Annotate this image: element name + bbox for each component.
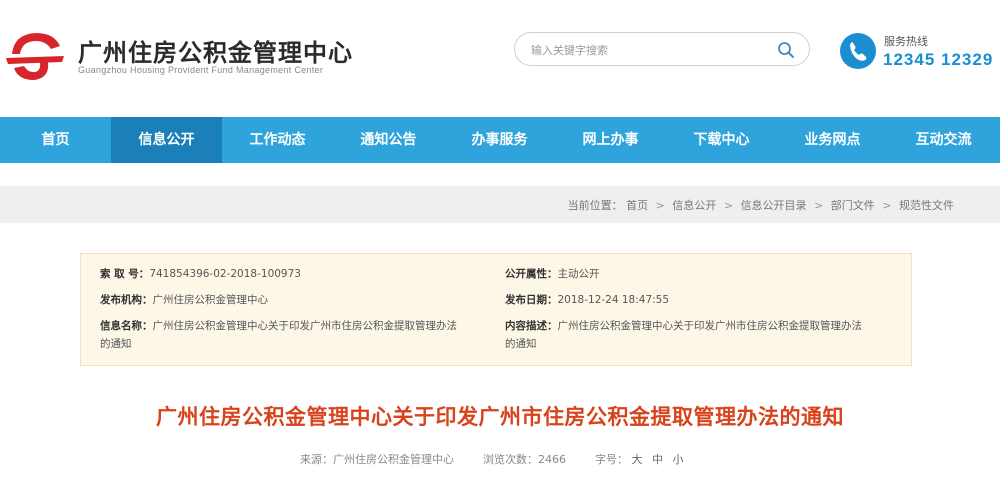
views-count: 2466 xyxy=(538,453,566,466)
breadcrumb: 当前位置： 首页 > 信息公开 > 信息公开目录 > 部门文件 > 规范性文件 xyxy=(568,197,954,213)
breadcrumb-separator: > xyxy=(723,199,734,212)
article-title: 广州住房公积金管理中心关于印发广州市住房公积金提取管理办法的通知 xyxy=(156,405,844,429)
document-info-box: 索 取 号：741854396-02-2018-100973 公开属性：主动公开… xyxy=(80,253,912,366)
nav-item-home[interactable]: 首页 xyxy=(0,117,111,163)
breadcrumb-separator: > xyxy=(814,199,824,212)
breadcrumb-bar: 当前位置： 首页 > 信息公开 > 信息公开目录 > 部门文件 > 规范性文件 xyxy=(0,186,1000,223)
phone-icon xyxy=(840,33,876,69)
breadcrumb-separator: > xyxy=(882,199,892,212)
source-value: 广州住房公积金管理中心 xyxy=(333,453,454,466)
info-publisher: 发布机构：广州住房公积金管理中心 xyxy=(100,294,268,306)
search-box xyxy=(514,32,810,66)
article-meta: 来源：广州住房公积金管理中心 浏览次数：2466 字号： 大 中 小 xyxy=(300,451,690,467)
search-icon[interactable] xyxy=(777,41,795,59)
source-label: 来源： xyxy=(300,453,333,466)
views-label: 浏览次数： xyxy=(483,453,538,466)
nav-item-interaction[interactable]: 互动交流 xyxy=(888,117,999,163)
nav-item-online-services[interactable]: 网上办事 xyxy=(555,117,666,163)
info-publicity: 公开属性：主动公开 xyxy=(505,268,600,280)
main-nav: 首页 信息公开 工作动态 通知公告 办事服务 网上办事 下载中心 业务网点 互动… xyxy=(0,117,1000,163)
nav-item-downloads[interactable]: 下载中心 xyxy=(666,117,777,163)
logo-icon[interactable] xyxy=(4,28,66,84)
info-index-no: 索 取 号：741854396-02-2018-100973 xyxy=(100,268,301,280)
breadcrumb-department-files[interactable]: 部门文件 xyxy=(831,199,875,212)
nav-item-branches[interactable]: 业务网点 xyxy=(777,117,888,163)
breadcrumb-prefix: 当前位置： xyxy=(567,199,623,212)
site-title: 广州住房公积金管理中心 xyxy=(78,39,353,67)
site-header: 广州住房公积金管理中心 Guangzhou Housing Provident … xyxy=(0,0,1000,117)
hotline-label: 服务热线 xyxy=(884,35,928,48)
nav-item-work-news[interactable]: 工作动态 xyxy=(222,117,333,163)
search-input[interactable] xyxy=(531,40,767,60)
breadcrumb-disclosure-catalog[interactable]: 信息公开目录 xyxy=(741,199,807,212)
site-subtitle-en: Guangzhou Housing Provident Fund Managem… xyxy=(78,65,324,75)
breadcrumb-separator: > xyxy=(655,199,665,212)
font-size-small-button[interactable]: 小 xyxy=(673,453,684,466)
font-size-label: 字号： xyxy=(595,453,628,466)
breadcrumb-normative-files[interactable]: 规范性文件 xyxy=(899,199,954,212)
font-size-medium-button[interactable]: 中 xyxy=(652,453,663,466)
info-content-description: 内容描述：广州住房公积金管理中心关于印发广州市住房公积金提取管理办法 的通知 xyxy=(505,320,862,350)
breadcrumb-info-disclosure[interactable]: 信息公开 xyxy=(672,199,716,212)
breadcrumb-home[interactable]: 首页 xyxy=(626,199,648,212)
font-size-large-button[interactable]: 大 xyxy=(632,453,643,466)
info-publish-date: 发布日期：2018-12-24 18:47:55 xyxy=(505,294,670,306)
nav-item-services[interactable]: 办事服务 xyxy=(444,117,555,163)
info-name: 信息名称：广州住房公积金管理中心关于印发广州市住房公积金提取管理办法 的通知 xyxy=(100,320,457,350)
hotline-number: 12345 12329 xyxy=(883,50,994,69)
nav-item-info-disclosure[interactable]: 信息公开 xyxy=(111,117,222,163)
nav-item-notices[interactable]: 通知公告 xyxy=(333,117,444,163)
